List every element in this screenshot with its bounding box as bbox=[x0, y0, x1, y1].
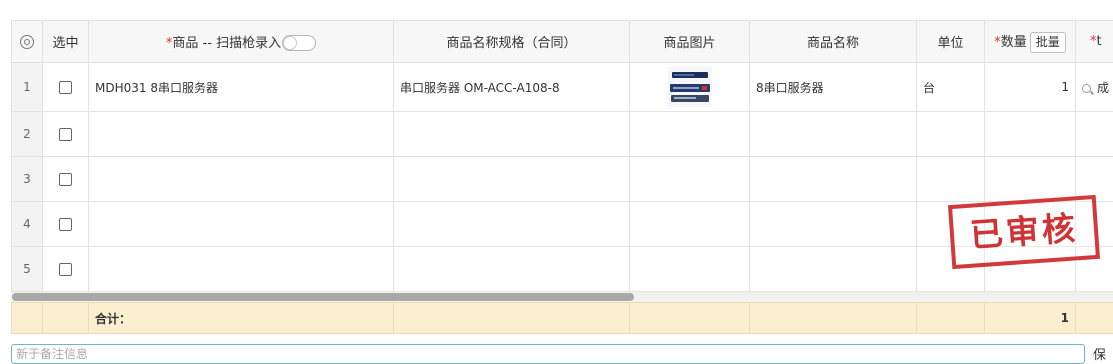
image-cell[interactable] bbox=[630, 112, 750, 157]
table-row[interactable]: 5 bbox=[12, 247, 1113, 292]
remark-input[interactable]: 新于备注信息 bbox=[11, 344, 1085, 364]
table-row[interactable]: 2 bbox=[12, 112, 1113, 157]
product-thumbnail[interactable] bbox=[668, 67, 712, 107]
header-next-partial: *t bbox=[1076, 21, 1113, 63]
row-index: 1 bbox=[12, 63, 43, 112]
spec-cell[interactable] bbox=[394, 157, 630, 202]
qty-cell[interactable] bbox=[985, 112, 1076, 157]
header-image: 商品图片 bbox=[630, 21, 750, 63]
row-checkbox[interactable] bbox=[59, 173, 72, 186]
table-row[interactable]: 3 bbox=[12, 157, 1113, 202]
image-cell[interactable] bbox=[630, 202, 750, 247]
save-button[interactable]: 保 bbox=[1093, 344, 1106, 363]
row-select-cell bbox=[43, 112, 89, 157]
row-index: 3 bbox=[12, 157, 43, 202]
header-qty-label: 数量 bbox=[1001, 35, 1027, 50]
row-index: 5 bbox=[12, 247, 43, 292]
row-select-cell bbox=[43, 63, 89, 112]
row-index: 2 bbox=[12, 112, 43, 157]
next-partial-cell[interactable]: 成 bbox=[1076, 63, 1113, 112]
row-checkbox[interactable] bbox=[59, 218, 72, 231]
summary-empty bbox=[394, 303, 630, 334]
summary-empty bbox=[12, 303, 43, 334]
next-partial-text: 成 bbox=[1097, 81, 1109, 95]
unit-cell[interactable] bbox=[917, 157, 985, 202]
summary-empty bbox=[917, 303, 985, 334]
audited-stamp: 已审核 bbox=[948, 195, 1100, 269]
header-next-partial-label: t bbox=[1097, 34, 1102, 49]
unit-cell[interactable]: 台 bbox=[917, 63, 985, 112]
search-icon[interactable] bbox=[1082, 84, 1091, 93]
table-row[interactable]: 1 MDH031 8串口服务器 串口服务器 OM-ACC-A108-8 bbox=[12, 63, 1113, 112]
batch-button[interactable]: 批量 bbox=[1030, 32, 1066, 53]
scanner-toggle[interactable] bbox=[282, 35, 316, 51]
product-cell[interactable] bbox=[89, 202, 394, 247]
next-partial-cell[interactable] bbox=[1076, 112, 1113, 157]
header-product: *商品 -- 扫描枪录入 bbox=[89, 21, 394, 63]
name-cell[interactable]: 8串口服务器 bbox=[750, 63, 917, 112]
summary-total-qty: 1 bbox=[985, 303, 1076, 334]
image-cell[interactable] bbox=[630, 247, 750, 292]
column-settings-button[interactable] bbox=[12, 21, 43, 63]
header-select: 选中 bbox=[43, 21, 89, 63]
header-name: 商品名称 bbox=[750, 21, 917, 63]
unit-cell[interactable] bbox=[917, 112, 985, 157]
product-grid: 选中 *商品 -- 扫描枪录入 商品名称规格（合同） 商品图片 商品名称 单位 … bbox=[11, 20, 1113, 335]
row-checkbox[interactable] bbox=[59, 263, 72, 276]
product-cell[interactable] bbox=[89, 247, 394, 292]
header-product-label: 商品 -- 扫描枪录入 bbox=[172, 36, 281, 51]
gear-icon[interactable] bbox=[20, 35, 34, 49]
product-cell[interactable]: MDH031 8串口服务器 bbox=[89, 63, 394, 112]
name-cell[interactable] bbox=[750, 112, 917, 157]
row-select-cell bbox=[43, 202, 89, 247]
row-select-cell bbox=[43, 247, 89, 292]
scrollbar-thumb[interactable] bbox=[12, 293, 634, 301]
product-cell[interactable] bbox=[89, 112, 394, 157]
image-cell[interactable] bbox=[630, 157, 750, 202]
row-checkbox[interactable] bbox=[59, 128, 72, 141]
horizontal-scrollbar[interactable] bbox=[11, 292, 1113, 302]
spec-cell[interactable] bbox=[394, 247, 630, 292]
spec-cell[interactable]: 串口服务器 OM-ACC-A108-8 bbox=[394, 63, 630, 112]
header-spec: 商品名称规格（合同） bbox=[394, 21, 630, 63]
summary-empty bbox=[630, 303, 750, 334]
spec-cell[interactable] bbox=[394, 202, 630, 247]
qty-cell[interactable] bbox=[985, 157, 1076, 202]
image-cell[interactable] bbox=[630, 63, 750, 112]
qty-cell[interactable]: 1 bbox=[985, 63, 1076, 112]
summary-row: 合计： 1 bbox=[11, 302, 1113, 334]
row-select-cell bbox=[43, 157, 89, 202]
header-qty: *数量批量 bbox=[985, 21, 1076, 63]
name-cell[interactable] bbox=[750, 202, 917, 247]
summary-total-label: 合计： bbox=[89, 303, 394, 334]
name-cell[interactable] bbox=[750, 247, 917, 292]
grid-header-row: 选中 *商品 -- 扫描枪录入 商品名称规格（合同） 商品图片 商品名称 单位 … bbox=[12, 21, 1113, 63]
summary-empty bbox=[43, 303, 89, 334]
summary-empty bbox=[750, 303, 917, 334]
header-unit: 单位 bbox=[917, 21, 985, 63]
summary-empty bbox=[1076, 303, 1113, 334]
spec-cell[interactable] bbox=[394, 112, 630, 157]
product-cell[interactable] bbox=[89, 157, 394, 202]
name-cell[interactable] bbox=[750, 157, 917, 202]
row-index: 4 bbox=[12, 202, 43, 247]
row-checkbox[interactable] bbox=[59, 81, 72, 94]
